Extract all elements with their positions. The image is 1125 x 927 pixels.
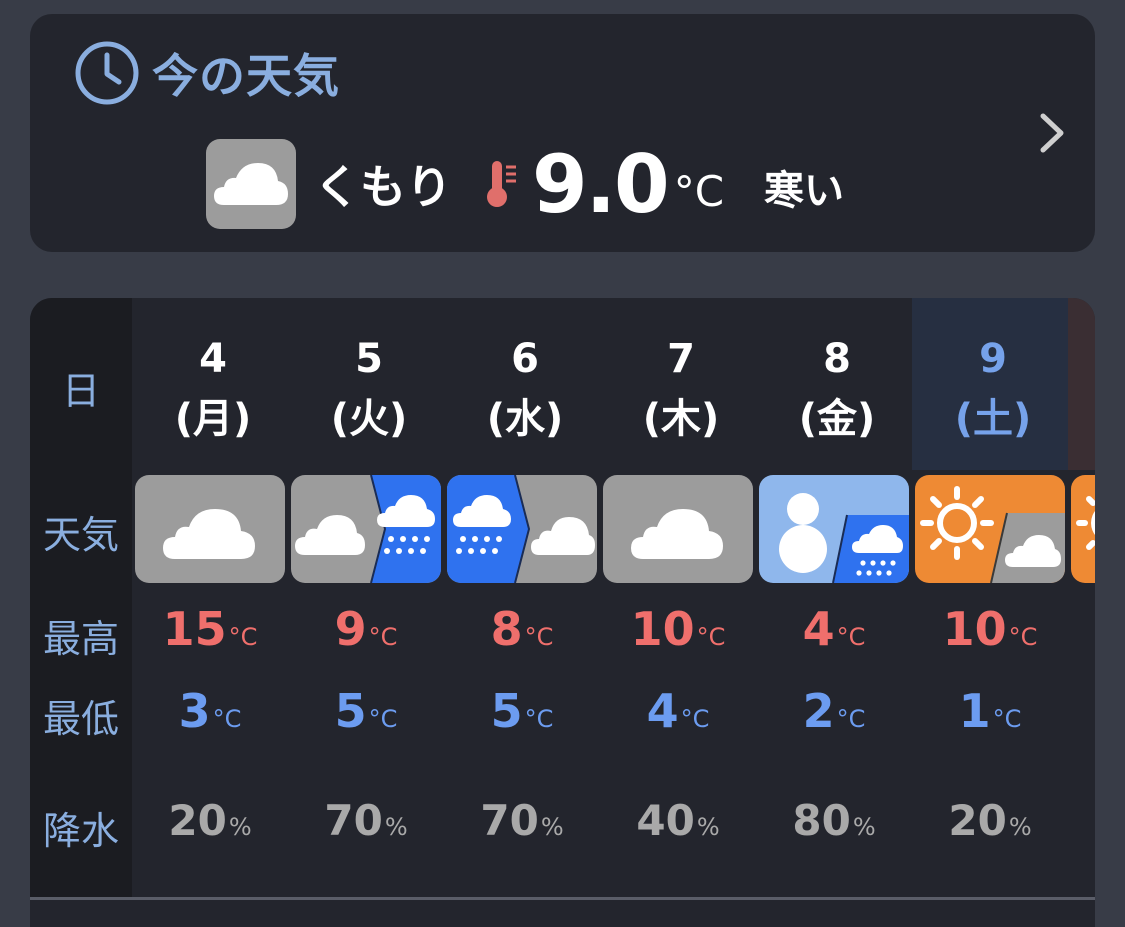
next-day-weather-edge bbox=[1071, 475, 1095, 583]
forecast-day-column[interactable]: 4 (月) 15°C 3°C 20% bbox=[135, 298, 285, 898]
divider bbox=[30, 897, 1095, 900]
forecast-day-column[interactable]: 6 (水) 8°C 5°C 70% bbox=[447, 298, 597, 898]
row-label-precip: 降水 bbox=[42, 809, 119, 853]
day-weekday: (水) bbox=[486, 396, 564, 442]
day-weekday: (土) bbox=[954, 396, 1032, 442]
precip-chance: 20% bbox=[948, 796, 1032, 845]
low-temp: 2°C bbox=[802, 684, 866, 738]
day-date: 4 bbox=[199, 336, 227, 382]
day-header: 6 (水) bbox=[447, 298, 603, 470]
forecast-day-column[interactable]: 8 (金) 4°C 2°C 80% bbox=[759, 298, 909, 898]
day-header: 4 (月) bbox=[135, 298, 291, 470]
day-weekday: (月) bbox=[174, 396, 252, 442]
current-weather-card[interactable]: 今の天気 くもり 9.0 °C 寒い bbox=[30, 14, 1095, 252]
day-header: 9 (土) bbox=[915, 298, 1071, 470]
current-feel-label: 寒い bbox=[764, 168, 845, 214]
day-weekday: (火) bbox=[330, 396, 408, 442]
day-date: 7 bbox=[667, 336, 695, 382]
day-header: 5 (火) bbox=[291, 298, 447, 470]
current-weather-summary: くもり 9.0 °C 寒い bbox=[206, 137, 845, 231]
chevron-right-icon[interactable] bbox=[1037, 110, 1067, 156]
low-temp: 5°C bbox=[334, 684, 398, 738]
row-label-weather: 天気 bbox=[42, 513, 119, 557]
day-weekday: (木) bbox=[642, 396, 720, 442]
precip-chance: 40% bbox=[636, 796, 720, 845]
row-label-day: 日 bbox=[61, 369, 100, 413]
cloud-icon bbox=[206, 139, 296, 229]
cloudy-icon bbox=[135, 475, 285, 583]
weekly-forecast-card: 日 天気 最高 最低 降水 4 (月) 15°C 3°C 20% 5 (火) 9… bbox=[30, 298, 1095, 927]
current-weather-title: 今の天気 bbox=[152, 49, 340, 103]
row-label-high: 最高 bbox=[42, 617, 119, 661]
high-temp: 10°C bbox=[942, 602, 1038, 656]
snow-then-rain-icon bbox=[759, 475, 909, 583]
day-date: 8 bbox=[823, 336, 851, 382]
precip-chance: 20% bbox=[168, 796, 252, 845]
precip-chance: 80% bbox=[792, 796, 876, 845]
day-date: 5 bbox=[355, 336, 383, 382]
high-temp: 4°C bbox=[802, 602, 866, 656]
precip-chance: 70% bbox=[324, 796, 408, 845]
low-temp: 3°C bbox=[178, 684, 242, 738]
clock-icon bbox=[75, 41, 139, 105]
forecast-day-column[interactable]: 7 (木) 10°C 4°C 40% bbox=[603, 298, 753, 898]
high-temp: 9°C bbox=[334, 602, 398, 656]
cloudy-then-rain-icon bbox=[291, 475, 441, 583]
row-label-low: 最低 bbox=[42, 697, 119, 741]
day-date: 6 bbox=[511, 336, 539, 382]
forecast-day-column[interactable]: 9 (土) 10°C 1°C 20% bbox=[915, 298, 1065, 898]
day-weekday: (金) bbox=[798, 396, 876, 442]
cloudy-icon bbox=[603, 475, 753, 583]
sunny-then-cloudy-icon bbox=[915, 475, 1065, 583]
rain-then-cloudy-icon bbox=[447, 475, 597, 583]
row-label-column: 日 天気 最高 最低 降水 bbox=[30, 298, 132, 898]
precip-chance: 70% bbox=[480, 796, 564, 845]
low-temp: 1°C bbox=[958, 684, 1022, 738]
day-header: 8 (金) bbox=[759, 298, 915, 470]
next-day-edge bbox=[1068, 298, 1095, 470]
day-date: 9 bbox=[979, 336, 1007, 382]
current-temperature-unit: °C bbox=[673, 166, 725, 216]
thermometer-icon bbox=[487, 161, 516, 207]
high-temp: 15°C bbox=[162, 602, 258, 656]
high-temp: 8°C bbox=[490, 602, 554, 656]
current-condition-label: くもり bbox=[314, 160, 452, 214]
high-temp: 10°C bbox=[630, 602, 726, 656]
day-header: 7 (木) bbox=[603, 298, 759, 470]
low-temp: 4°C bbox=[646, 684, 710, 738]
current-temperature: 9.0 bbox=[532, 137, 670, 231]
current-weather-header: 今の天気 bbox=[74, 40, 340, 106]
low-temp: 5°C bbox=[490, 684, 554, 738]
forecast-day-column[interactable]: 5 (火) 9°C 5°C 70% bbox=[291, 298, 441, 898]
